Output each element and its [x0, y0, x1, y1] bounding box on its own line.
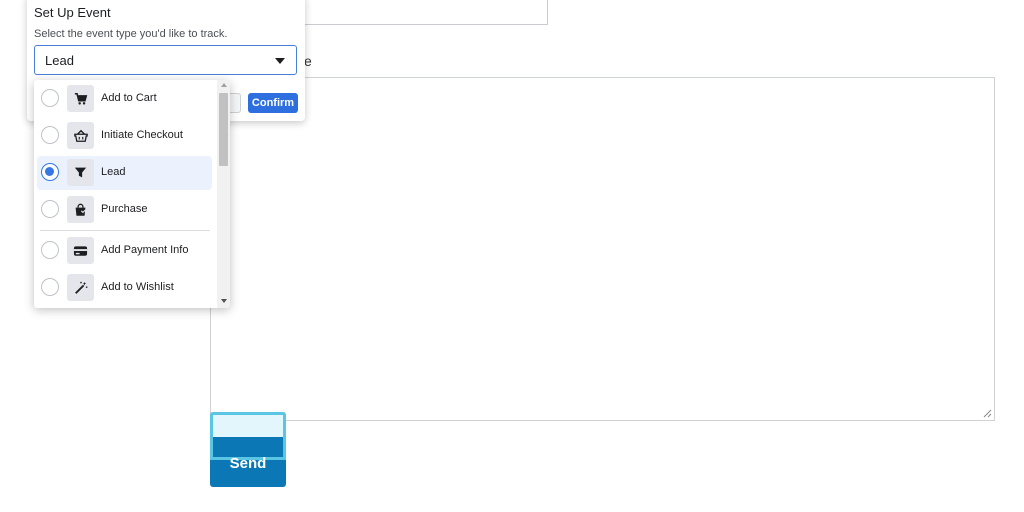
radio-button[interactable] [41, 241, 59, 259]
shopping-bag-icon [67, 196, 94, 223]
caret-down-icon [275, 58, 285, 64]
cart-icon [67, 85, 94, 112]
confirm-button[interactable]: Confirm [248, 93, 298, 113]
options-divider [40, 230, 210, 231]
event-type-dropdown: Add to Cart Initiate Checkout Lead Purch… [34, 80, 230, 308]
option-label: Add to Wishlist [101, 281, 174, 293]
radio-button[interactable] [41, 126, 59, 144]
option-label: Initiate Checkout [101, 129, 183, 141]
panel-title: Set Up Event [34, 5, 111, 20]
scroll-thumb[interactable] [219, 93, 228, 166]
option-label: Lead [101, 166, 126, 178]
option-label: Add to Cart [101, 92, 157, 104]
event-type-select-value: Lead [45, 53, 74, 68]
panel-subtitle: Select the event type you'd like to trac… [34, 28, 228, 40]
message-textarea[interactable] [210, 77, 995, 421]
scroll-up-arrow-icon[interactable] [221, 83, 227, 87]
radio-button[interactable] [41, 200, 59, 218]
resize-handle-icon[interactable] [983, 409, 992, 418]
basket-icon [67, 122, 94, 149]
radio-button[interactable] [41, 89, 59, 107]
send-focus-highlight [210, 412, 286, 460]
send-button[interactable]: Send [210, 412, 286, 487]
event-type-select[interactable]: Lead [34, 45, 297, 75]
send-button-label: Send [229, 455, 267, 472]
option-lead[interactable]: Lead [37, 156, 212, 190]
magic-wand-icon [67, 274, 94, 301]
scroll-down-arrow-icon[interactable] [221, 299, 227, 303]
option-purchase[interactable]: Purchase [37, 193, 212, 227]
message-label: e [304, 53, 312, 69]
option-initiate-checkout[interactable]: Initiate Checkout [37, 119, 212, 153]
option-add-to-cart[interactable]: Add to Cart [37, 82, 212, 116]
option-add-to-wishlist[interactable]: Add to Wishlist [37, 271, 212, 305]
credit-card-icon [67, 237, 94, 264]
radio-button-selected[interactable] [41, 163, 59, 181]
option-label: Purchase [101, 203, 148, 215]
funnel-icon [67, 159, 94, 186]
option-add-payment-info[interactable]: Add Payment Info [37, 234, 212, 268]
dropdown-scrollbar[interactable] [217, 80, 230, 308]
radio-button[interactable] [41, 278, 59, 296]
option-label: Add Payment Info [101, 244, 189, 256]
